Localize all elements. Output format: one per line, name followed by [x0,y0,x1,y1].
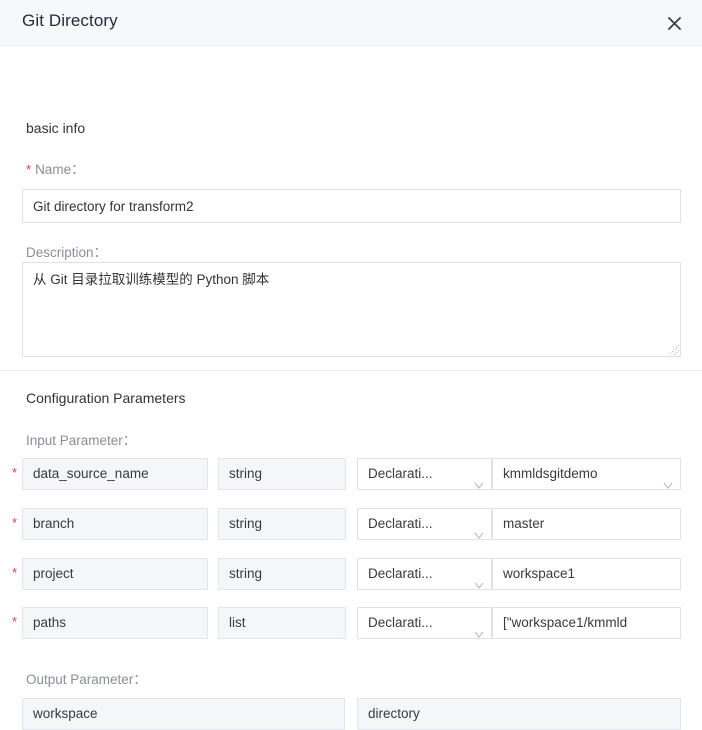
param-name-field[interactable]: data_source_name [22,458,208,490]
close-button[interactable] [660,9,688,37]
git-directory-dialog: Git Directory basic info *Name： Descript… [0,0,702,730]
chevron-down-icon [474,619,484,638]
param-type-field[interactable]: string [218,508,346,540]
param-value-field[interactable]: workspace1 [492,558,681,590]
chevron-down-icon [474,520,484,539]
page-title: Git Directory [22,11,118,30]
table-row: * branch string Declarati... master [0,508,702,540]
required-asterisk: * [26,162,32,177]
description-field-label: Description： [26,245,108,260]
basic-info-section-label: basic info [26,120,86,136]
param-name-field[interactable]: branch [22,508,208,540]
table-row: workspace directory [0,698,702,730]
param-type-field[interactable]: list [218,607,346,639]
param-value-field[interactable]: ["workspace1/kmmld [492,607,681,639]
chevron-down-icon [663,470,673,489]
param-type-field[interactable]: string [218,458,346,490]
name-label-text: Name： [35,162,85,177]
param-source-select[interactable]: Declarati... [357,458,492,490]
param-value-field[interactable]: master [492,508,681,540]
required-asterisk: * [12,465,18,480]
input-parameter-label: Input Parameter： [26,433,137,448]
param-source-select[interactable]: Declarati... [357,508,492,540]
required-asterisk: * [12,515,18,530]
param-value: kmmldsgitdemo [503,466,598,481]
chevron-down-icon [474,570,484,589]
param-source-select[interactable]: Declarati... [357,607,492,639]
section-divider [0,370,702,371]
param-name-field[interactable]: project [22,558,208,590]
param-source-value: Declarati... [368,566,433,581]
table-row: * project string Declarati... workspace1 [0,558,702,590]
name-input[interactable] [22,189,681,223]
output-param-type-field[interactable]: directory [357,698,681,730]
table-row: * data_source_name string Declarati... k… [0,458,702,490]
required-asterisk: * [12,614,18,629]
param-source-value: Declarati... [368,615,433,630]
param-source-value: Declarati... [368,466,433,481]
param-source-value: Declarati... [368,516,433,531]
close-icon [667,16,682,31]
description-textarea[interactable]: 从 Git 目录拉取训练模型的 Python 脚本 [22,262,681,357]
param-value-select[interactable]: kmmldsgitdemo [492,458,681,490]
param-source-select[interactable]: Declarati... [357,558,492,590]
name-field-label: * Name： [26,158,85,178]
param-name-field[interactable]: paths [22,607,208,639]
output-param-name-field[interactable]: workspace [22,698,345,730]
output-parameter-label: Output Parameter： [26,672,147,687]
chevron-down-icon [474,470,484,489]
configuration-parameters-section-label: Configuration Parameters [26,390,186,406]
param-type-field[interactable]: string [218,558,346,590]
table-row: * paths list Declarati... ["workspace1/k… [0,607,702,639]
required-asterisk: * [12,565,18,580]
dialog-header: Git Directory [0,0,702,46]
